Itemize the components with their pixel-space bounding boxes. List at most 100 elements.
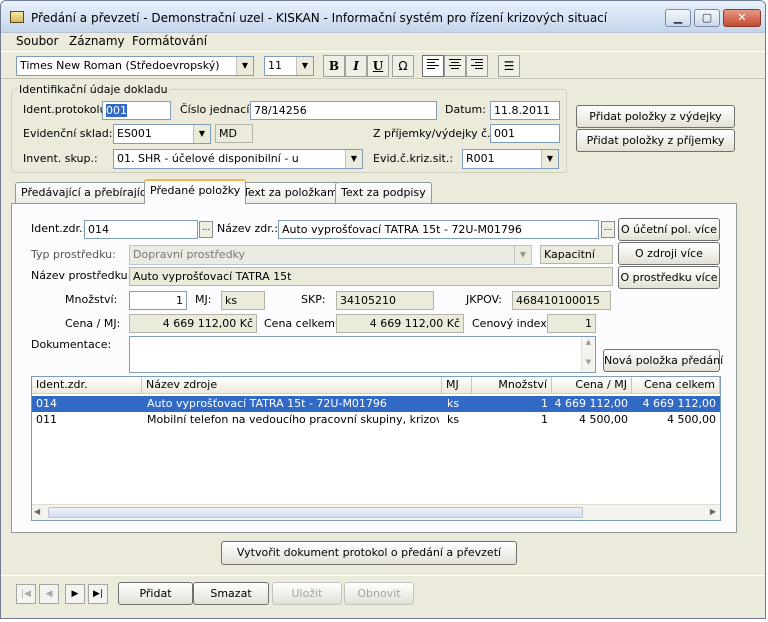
cena-celkem-field: 4 669 112,00 Kč (336, 314, 464, 333)
font-size-select[interactable]: 11 ▼ (264, 56, 314, 76)
add-from-prijemky-button[interactable]: Přidat položky z příjemky (576, 129, 735, 152)
navigation-bar: |◀ ◀ ▶ ▶| Přidat Smazat Uložit Obnovit (1, 575, 765, 608)
underline-button[interactable]: U (367, 55, 389, 77)
ucetni-pol-vice-button[interactable]: O účetní pol. více (618, 218, 720, 241)
prev-record-icon[interactable]: ◀ (39, 584, 59, 604)
minimize-button[interactable]: ▁ (665, 9, 691, 27)
chevron-down-icon[interactable]: ▼ (541, 150, 558, 168)
align-center-button[interactable] (444, 55, 466, 77)
evid-kriz-sit-select[interactable]: R001 ▼ (462, 149, 559, 169)
mnozstvi-input[interactable]: 1 (129, 291, 187, 310)
align-left-button[interactable] (422, 55, 444, 77)
column-header-ident[interactable]: Ident.zdr. (32, 377, 142, 394)
cell-cena: 4 500,00 (579, 413, 628, 426)
typ-prostredku-value: Dopravní prostředky (133, 248, 246, 261)
table-row[interactable]: 014 Auto vyprošťovací TATRA 15t - 72U-M0… (32, 396, 720, 412)
column-header-cena[interactable]: Cena / MJ (552, 377, 632, 394)
smazat-button[interactable]: Smazat (193, 582, 269, 605)
chevron-down-icon[interactable]: ▼ (236, 57, 253, 75)
chevron-down-icon[interactable]: ▼ (193, 125, 210, 143)
cell-nazev: Auto vyprošťovací TATRA 15t - 72U-M01796 (147, 397, 387, 410)
dokumentace-textarea[interactable]: ▲ ▼ (129, 336, 596, 373)
cell-ident: 014 (36, 397, 57, 410)
ident-zdr-label: Ident.zdr.: (31, 222, 87, 235)
bold-button[interactable]: B (323, 55, 345, 77)
sklad-extra-field: MD (215, 124, 253, 143)
vytvorit-dokument-button[interactable]: Vytvořit dokument protokol o předání a p… (221, 541, 517, 565)
add-from-vydejky-button[interactable]: Přidat položky z výdejky (576, 105, 735, 128)
cislo-jednaci-label: Číslo jednací: (180, 103, 254, 116)
font-select[interactable]: Times New Roman (Středoevropský) ▼ (16, 56, 254, 76)
ident-zdr-input[interactable]: 014 (84, 220, 198, 239)
chevron-down-icon[interactable]: ▼ (296, 57, 313, 75)
nazev-prostredku-field: Auto vyprošťovací TATRA 15t (129, 267, 613, 286)
scroll-right-icon[interactable]: ▶ (710, 507, 716, 516)
items-table[interactable]: Ident.zdr. Název zdroje MJ Množství Cena… (31, 376, 721, 521)
align-right-button[interactable] (466, 55, 488, 77)
tab-predane-polozky[interactable]: Předané položky (144, 179, 247, 204)
scroll-thumb[interactable] (48, 507, 583, 518)
maximize-button[interactable]: ▢ (694, 9, 720, 27)
evidencni-sklad-value: ES001 (117, 127, 152, 140)
scroll-left-icon[interactable]: ◀ (34, 507, 40, 516)
ident-protokolu-input[interactable]: 001 (102, 101, 171, 120)
close-button[interactable]: ✕ (723, 9, 761, 27)
evidencni-sklad-select[interactable]: ES001 ▼ (113, 124, 211, 144)
cell-mj: ks (447, 397, 460, 410)
ulozit-button: Uložit (272, 582, 342, 605)
menu-bar: Soubor Záznamy Formátování (1, 33, 765, 51)
cell-celkem: 4 500,00 (667, 413, 716, 426)
nova-polozka-button[interactable]: Nová položka předání (603, 349, 723, 372)
column-header-celkem[interactable]: Cena celkem (632, 377, 720, 394)
textarea-scrollbar[interactable]: ▲ ▼ (581, 337, 595, 372)
column-header-mj[interactable]: MJ (442, 377, 472, 394)
bullet-list-button[interactable]: ☰ (498, 55, 520, 77)
evidencni-sklad-label: Evidenční sklad: (23, 127, 113, 140)
datum-input[interactable]: 11.8.2011 (490, 101, 560, 120)
datum-label: Datum: (445, 103, 486, 116)
tab-text-za-podpisy[interactable]: Text za podpisy (335, 182, 432, 203)
invent-skup-select[interactable]: 01. SHR - účelové disponibilní - u ▼ (113, 149, 363, 169)
o-prostredku-vice-button[interactable]: O prostředku více (618, 266, 720, 289)
jkpov-field: 468410100015 (512, 291, 611, 310)
typ-prostredku-select: Dopravní prostředky ▼ (129, 245, 532, 265)
skp-field: 34105210 (336, 291, 434, 310)
jkpov-label: JKPOV: (466, 293, 502, 306)
nazev-zdr-input[interactable]: Auto vyprošťovací TATRA 15t - 72U-M01796 (278, 220, 599, 239)
special-format-icon[interactable]: Ω (392, 55, 414, 77)
last-record-icon[interactable]: ▶| (88, 584, 108, 604)
first-record-icon[interactable]: |◀ (16, 584, 36, 604)
font-select-value: Times New Roman (Středoevropský) (20, 59, 220, 72)
cislo-jednaci-input[interactable]: 78/14256 (250, 101, 437, 120)
italic-button[interactable]: I (345, 55, 367, 77)
main-window: Předání a převzetí - Demonstrační uzel -… (0, 0, 766, 619)
column-header-mnozstvi[interactable]: Množství (472, 377, 552, 394)
tab-text-za-polozkami[interactable]: Text za položkami (237, 182, 347, 203)
pridat-button[interactable]: Přidat (118, 582, 193, 605)
cell-mnozstvi: 1 (541, 413, 548, 426)
menu-formatovani[interactable]: Formátování (132, 33, 207, 49)
chevron-down-icon[interactable]: ▼ (345, 150, 362, 168)
cena-mj-label: Cena / MJ: (65, 317, 121, 330)
cena-celkem-label: Cena celkem: (264, 317, 339, 330)
mj-label: MJ: (195, 293, 212, 306)
column-header-nazev[interactable]: Název zdroje (142, 377, 442, 394)
cell-celkem: 4 669 112,00 (642, 397, 716, 410)
align-center-icon (449, 59, 461, 69)
ident-zdr-browse-button[interactable]: ... (199, 221, 213, 238)
table-row[interactable]: 011 Mobilní telefon na vedoucího pracovn… (32, 412, 720, 428)
cenovy-index-label: Cenový index: (472, 317, 551, 330)
invent-skup-label: Invent. skup.: (23, 152, 98, 165)
menu-soubor[interactable]: Soubor (16, 33, 58, 49)
horizontal-scrollbar[interactable]: ◀ ▶ (32, 504, 720, 520)
dokumentace-label: Dokumentace: (31, 338, 112, 351)
next-record-icon[interactable]: ▶ (65, 584, 85, 604)
cenovy-index-field: 1 (547, 314, 596, 333)
o-zdroji-vice-button[interactable]: O zdroji více (618, 242, 720, 265)
chevron-down-icon: ▼ (514, 246, 531, 264)
z-prijemky-input[interactable]: 001 (490, 124, 560, 143)
title-bar[interactable]: Předání a převzetí - Demonstrační uzel -… (1, 1, 765, 33)
menu-zaznamy[interactable]: Záznamy (69, 33, 125, 49)
tab-predavajici[interactable]: Předávající a přebírající (15, 182, 155, 203)
nazev-zdr-browse-button[interactable]: ... (601, 221, 615, 238)
